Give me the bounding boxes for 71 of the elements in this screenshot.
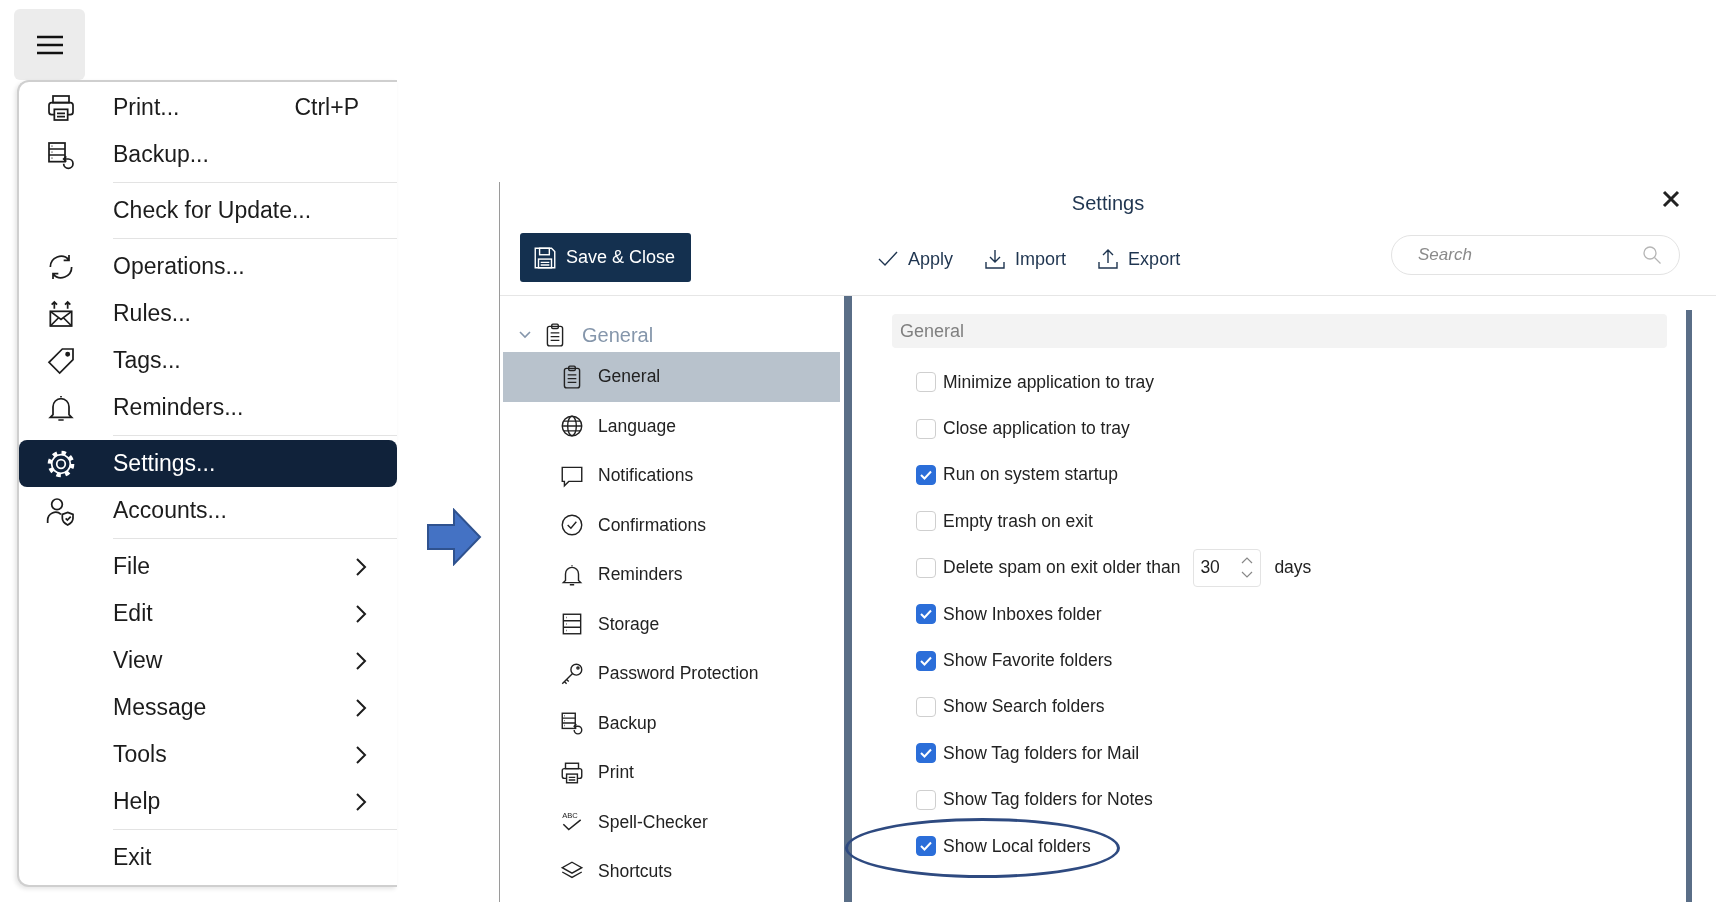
download-icon [983,247,1008,271]
chevron-right-icon [355,744,367,765]
menu-item[interactable]: Settings... [19,440,397,487]
checkbox[interactable] [916,743,936,764]
arrow-right-icon [426,508,482,566]
menu-button[interactable] [14,9,85,80]
option-label: Show Inboxes folder [943,603,1102,625]
menu-item[interactable]: View [19,637,397,684]
menu-item[interactable]: Tags... [19,337,397,384]
option-label: Show Tag folders for Mail [943,742,1140,764]
menu-item[interactable]: Edit [19,590,397,637]
checkbox[interactable] [916,464,936,485]
backup-icon [559,710,585,737]
menu-item[interactable]: Rules... [19,290,397,337]
sidebar-item[interactable]: Shortcuts [503,847,840,897]
chevron-right-icon [355,697,367,718]
menu-item[interactable]: Exit [19,834,397,881]
toolbar-button[interactable]: Export [1096,247,1181,271]
menu-item[interactable]: Message [19,684,397,731]
menu-item[interactable]: Accounts... [19,487,397,534]
option-label: Close application to tray [943,418,1130,440]
sidebar-item[interactable]: General [503,352,840,402]
shortcut-label: Ctrl+P [294,94,359,121]
close-icon [1662,190,1680,208]
sidebar-item[interactable]: ABC Spell-Checker [503,797,840,847]
menu-item[interactable]: Check for Update... [19,187,397,234]
menu-item[interactable]: File [19,543,397,590]
toolbar-button[interactable]: Apply [876,247,954,271]
chevron-right-icon [355,603,367,624]
sidebar-item[interactable]: Storage [503,599,840,649]
chevron-right-icon [355,556,367,577]
search-icon [1642,245,1662,265]
sidebar-item[interactable]: Reminders [503,550,840,600]
sidebar-item[interactable]: Language [503,401,840,451]
checkmark-icon [919,839,933,854]
menu-icon [34,33,65,56]
menu-item[interactable]: Print... Ctrl+P [19,84,397,131]
option-label: Delete spam on exit older than [943,557,1181,579]
option-label: Run on system startup [943,464,1119,486]
checkmark-icon [919,746,933,761]
sidebar-item[interactable]: Notifications [503,451,840,501]
menu-item[interactable]: Operations... [19,243,397,290]
sidebar-item[interactable]: Backup [503,698,840,748]
checkmark-icon [919,607,933,622]
checkbox[interactable] [916,650,936,671]
option-label: Show Local folders [943,835,1091,857]
option-label: Minimize application to tray [943,371,1155,393]
number-field[interactable]: 30 [1193,548,1262,587]
menu-item[interactable]: Help [19,778,397,825]
search-field[interactable]: Search [1391,235,1680,275]
chevron-right-icon [355,791,367,812]
section-header: General [892,314,1667,348]
option-label: Empty trash on exit [943,510,1093,532]
checkbox[interactable] [916,836,936,857]
checkbox[interactable] [916,604,936,625]
upload-icon [1096,247,1121,271]
spinner-icon[interactable] [1241,556,1254,578]
option-label: Show Favorite folders [943,650,1113,672]
toolbar-button[interactable]: Import [983,247,1067,271]
unit-label: days [1274,557,1312,579]
option-label: Show Search folders [943,696,1105,718]
menu-item[interactable]: Reminders... [19,384,397,431]
option-label: Show Tag folders for Notes [943,789,1153,811]
sidebar-item[interactable]: Confirmations [503,500,840,550]
menu-item[interactable]: Tools [19,731,397,778]
sidebar-item[interactable]: Password Protection [503,649,840,699]
save-close-button[interactable]: Save & Close [520,233,692,282]
menu-item[interactable]: Backup... [19,131,397,178]
dialog-title: Settings [1071,192,1145,215]
sidebar-item[interactable]: Print [503,748,840,798]
chevron-right-icon [355,650,367,671]
